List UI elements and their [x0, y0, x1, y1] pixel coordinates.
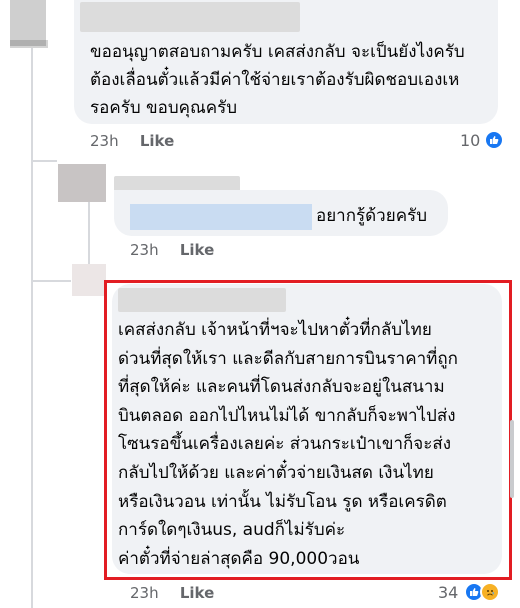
- reply-avatar[interactable]: [72, 264, 106, 296]
- reply-time[interactable]: 23h: [130, 584, 159, 602]
- thread-branch: [31, 160, 57, 162]
- thread-branch: [31, 280, 71, 282]
- highlight-box: [104, 280, 512, 580]
- reply-thread-line: [88, 200, 90, 270]
- reply-avatar[interactable]: [58, 164, 106, 202]
- commenter-avatar-shadow: [10, 40, 48, 48]
- like-reaction-icon[interactable]: [484, 130, 504, 150]
- comment-actions: 23h Like: [90, 132, 174, 150]
- like-button[interactable]: Like: [180, 584, 214, 602]
- reaction-count[interactable]: 34: [438, 583, 458, 602]
- thread-line: [31, 48, 33, 608]
- like-button[interactable]: Like: [180, 241, 214, 259]
- reaction-count[interactable]: 10: [460, 131, 480, 150]
- comment-text: ขออนุญาตสอบถามครับ เคสส่งกลับ จะเป็นยังไ…: [90, 42, 465, 118]
- reply-time[interactable]: 23h: [130, 241, 159, 259]
- reply-name-blur[interactable]: [130, 204, 312, 230]
- sad-reaction-icon[interactable]: [480, 582, 500, 602]
- comment-time[interactable]: 23h: [90, 132, 119, 150]
- like-button[interactable]: Like: [140, 132, 174, 150]
- scrollbar-thumb[interactable]: [510, 420, 514, 498]
- reply-text: อยากรู้ด้วยครับ: [316, 206, 427, 226]
- commenter-name[interactable]: [80, 2, 300, 32]
- reply-actions: 23h Like: [130, 584, 214, 602]
- reply-actions: 23h Like: [130, 241, 214, 259]
